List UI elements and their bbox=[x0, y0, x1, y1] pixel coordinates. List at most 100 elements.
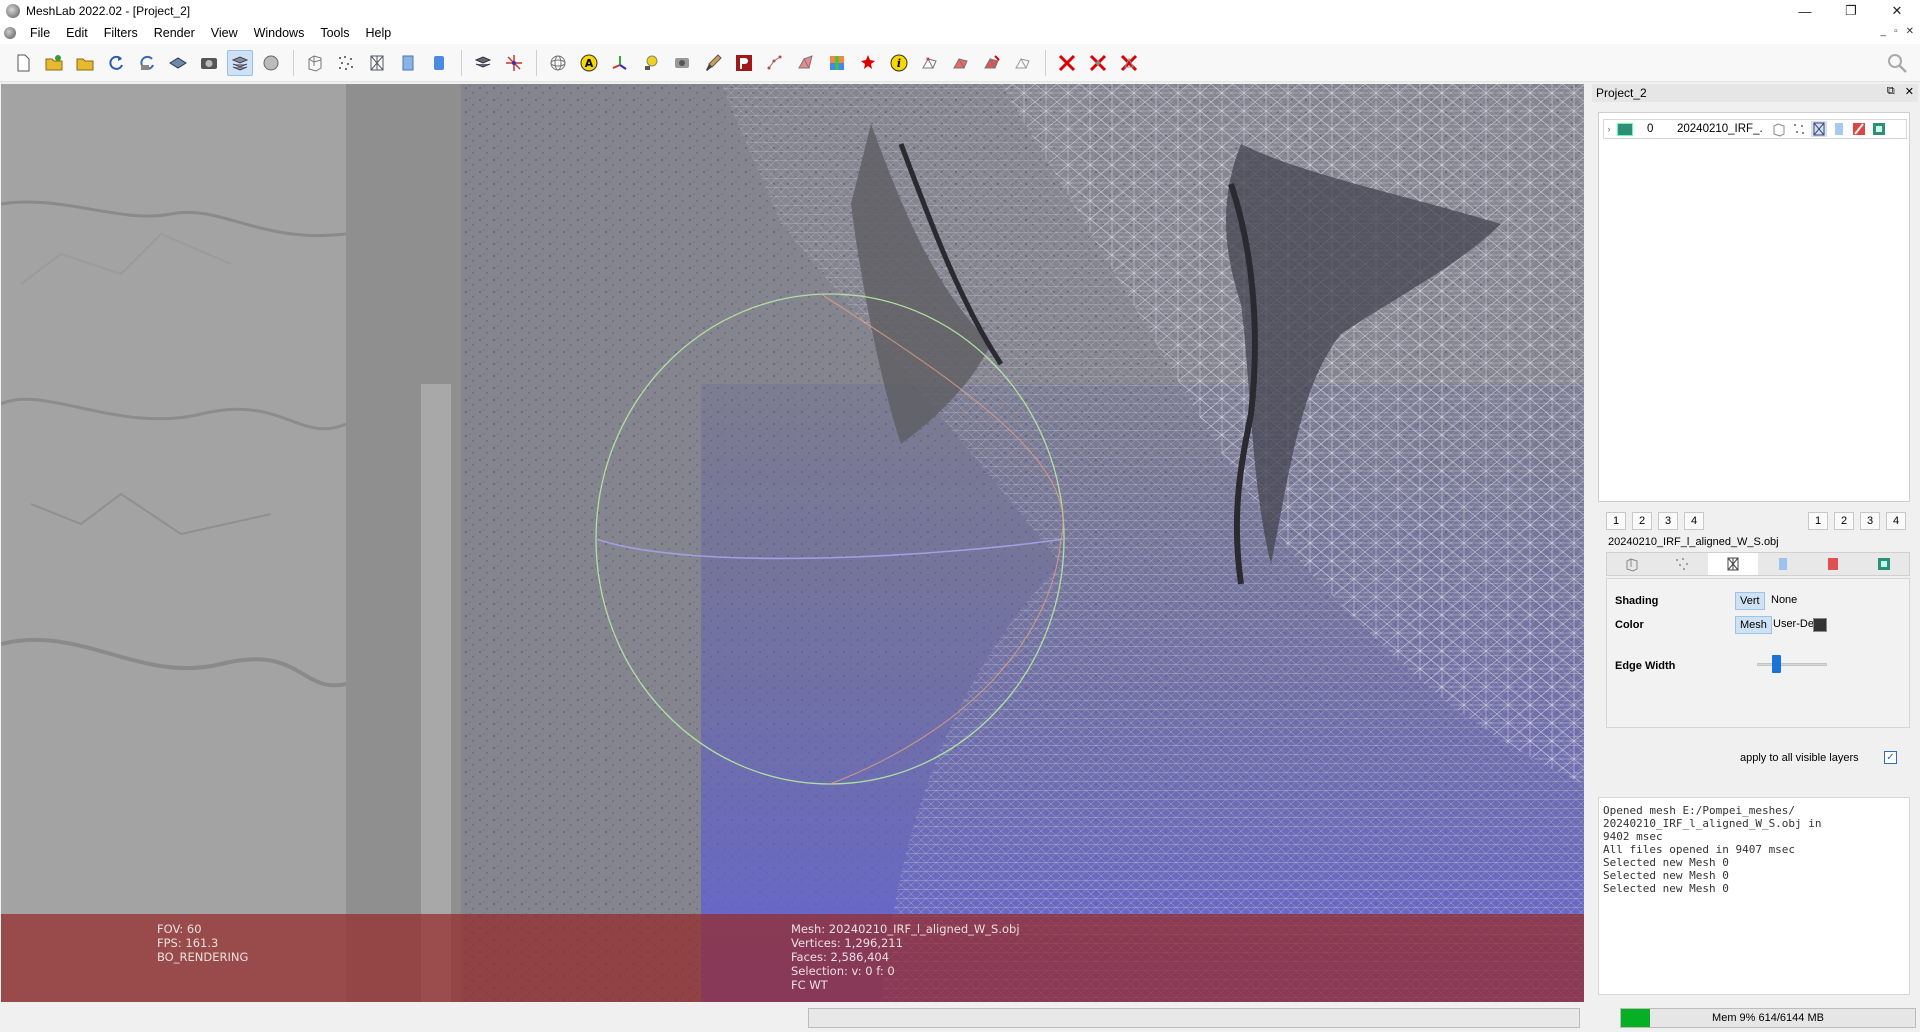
document-minimize-button[interactable]: _ bbox=[1881, 26, 1887, 37]
delete-edit-1-icon[interactable] bbox=[1054, 50, 1080, 76]
apply-all-checkbox[interactable]: ✓ bbox=[1884, 751, 1897, 764]
panel-float-button[interactable]: ⧉ bbox=[1887, 85, 1895, 98]
menu-view[interactable]: View bbox=[203, 26, 246, 40]
document-menu-icon[interactable] bbox=[4, 27, 16, 39]
tab-texture[interactable] bbox=[1859, 553, 1909, 575]
log-line: 20240210_IRF_l_aligned_W_S.obj in bbox=[1603, 817, 1822, 830]
tab-fill[interactable] bbox=[1758, 553, 1808, 575]
layer-flat-icon[interactable] bbox=[1831, 121, 1847, 137]
document-restore-button[interactable]: ▫ bbox=[1894, 26, 1898, 37]
close-button[interactable]: ✕ bbox=[1874, 0, 1920, 22]
tab-points[interactable] bbox=[1657, 553, 1707, 575]
delete-vertices-icon[interactable] bbox=[979, 50, 1005, 76]
shading-vert-option[interactable]: Vert bbox=[1735, 592, 1765, 610]
info-icon[interactable]: i bbox=[886, 50, 912, 76]
edge-width-slider[interactable] bbox=[1757, 663, 1827, 666]
layers-icon[interactable] bbox=[227, 49, 253, 76]
panel-title: Project_2 bbox=[1596, 86, 1647, 100]
select-faces-icon[interactable] bbox=[793, 50, 819, 76]
minimize-button[interactable]: — bbox=[1782, 0, 1828, 22]
document-controls: _ ▫ ✕ bbox=[1881, 26, 1915, 37]
tab-3[interactable]: 3 bbox=[1860, 512, 1880, 530]
tab-1[interactable]: 1 bbox=[1808, 512, 1828, 530]
paint-icon[interactable] bbox=[700, 50, 726, 76]
points-icon[interactable] bbox=[333, 50, 359, 76]
open-project-icon[interactable] bbox=[41, 50, 67, 76]
delete-edit-3-icon[interactable] bbox=[1116, 50, 1142, 76]
import-mesh-icon[interactable] bbox=[72, 50, 98, 76]
menu-windows[interactable]: Windows bbox=[246, 26, 313, 40]
tab-3[interactable]: 3 bbox=[1658, 512, 1678, 530]
tab-bbox[interactable] bbox=[1607, 553, 1657, 575]
render-stats: FOV: 60 FPS: 161.3 BO_RENDERING bbox=[157, 922, 248, 964]
menu-edit[interactable]: Edit bbox=[58, 26, 96, 40]
panel-close-button[interactable]: ✕ bbox=[1905, 85, 1914, 98]
mesh-stats: Mesh: 20240210_IRF_l_aligned_W_S.obj Ver… bbox=[791, 922, 1020, 992]
texture-icon bbox=[1876, 556, 1892, 572]
light-icon[interactable] bbox=[638, 50, 664, 76]
annotation-icon[interactable]: A bbox=[576, 50, 602, 76]
tab-2[interactable]: 2 bbox=[1834, 512, 1854, 530]
3d-viewport[interactable]: FOV: 60 FPS: 161.3 BO_RENDERING Mesh: 20… bbox=[1, 84, 1584, 1002]
color-icon bbox=[1825, 556, 1841, 572]
maximize-button[interactable]: ❐ bbox=[1828, 0, 1874, 22]
tab-4[interactable]: 4 bbox=[1886, 512, 1906, 530]
tab-4[interactable]: 4 bbox=[1684, 512, 1704, 530]
align-axes-icon[interactable] bbox=[501, 50, 527, 76]
menu-tools[interactable]: Tools bbox=[312, 26, 357, 40]
tab-color[interactable] bbox=[1808, 553, 1858, 575]
select-conn-icon[interactable] bbox=[917, 50, 943, 76]
trackball-icon[interactable] bbox=[545, 50, 571, 76]
layer-dialog-icon[interactable] bbox=[470, 50, 496, 76]
tab-wireframe[interactable] bbox=[1707, 553, 1758, 575]
camera-icon[interactable] bbox=[669, 50, 695, 76]
measure-icon[interactable] bbox=[731, 50, 757, 76]
layer-texture-icon[interactable] bbox=[1871, 121, 1887, 137]
log-line: Selected new Mesh 0 bbox=[1603, 869, 1729, 882]
color-mesh-option[interactable]: Mesh bbox=[1735, 616, 1772, 634]
flat-icon[interactable] bbox=[395, 50, 421, 76]
document-close-button[interactable]: ✕ bbox=[1906, 26, 1914, 37]
visibility-icon[interactable] bbox=[1617, 122, 1633, 136]
new-project-icon[interactable] bbox=[10, 50, 36, 76]
select-vertices-icon[interactable] bbox=[762, 50, 788, 76]
reload-all-icon[interactable] bbox=[134, 50, 160, 76]
window-title: MeshLab 2022.02 - [Project_2] bbox=[26, 4, 191, 18]
tab-2[interactable]: 2 bbox=[1632, 512, 1652, 530]
move-icon[interactable] bbox=[1010, 50, 1036, 76]
status-bar: Mem 9% 614/6144 MB bbox=[0, 1003, 1920, 1032]
expand-icon[interactable]: › bbox=[1604, 124, 1614, 134]
layer-points-icon[interactable] bbox=[1791, 121, 1807, 137]
color-label: Color bbox=[1615, 619, 1644, 631]
fps-readout: FPS: 161.3 bbox=[157, 936, 219, 950]
reload-icon[interactable] bbox=[103, 50, 129, 76]
menu-help[interactable]: Help bbox=[358, 26, 400, 40]
tab-1[interactable]: 1 bbox=[1606, 512, 1626, 530]
export-mesh-icon[interactable] bbox=[165, 50, 191, 76]
delete-edit-2-icon[interactable] bbox=[1085, 50, 1111, 76]
search-icon[interactable] bbox=[1886, 52, 1908, 74]
layer-row[interactable]: › 0 20240210_IRF_... bbox=[1603, 119, 1907, 139]
axis-icon[interactable] bbox=[607, 50, 633, 76]
smooth-icon[interactable] bbox=[426, 50, 452, 76]
color-icon[interactable] bbox=[824, 50, 850, 76]
color-swatch[interactable] bbox=[1813, 618, 1827, 632]
georef-icon[interactable] bbox=[855, 50, 881, 76]
edge-width-handle[interactable] bbox=[1771, 655, 1781, 673]
layer-bbox-icon[interactable] bbox=[1771, 121, 1787, 137]
snapshot-icon[interactable] bbox=[196, 50, 222, 76]
shading-none-option[interactable]: None bbox=[1767, 592, 1801, 608]
wireframe-icon[interactable] bbox=[364, 50, 390, 76]
raster-icon[interactable] bbox=[258, 50, 284, 76]
bbox-icon[interactable] bbox=[302, 50, 328, 76]
menu-render[interactable]: Render bbox=[146, 26, 203, 40]
mesh-render bbox=[1, 84, 1584, 1002]
menu-filters[interactable]: Filters bbox=[96, 26, 146, 40]
delete-faces-icon[interactable] bbox=[948, 50, 974, 76]
menu-file[interactable]: File bbox=[22, 26, 58, 40]
svg-text:i: i bbox=[897, 57, 901, 70]
panel-header: Project_2 ⧉ ✕ bbox=[1592, 84, 1918, 102]
check-mark-icon: ✓ bbox=[1886, 752, 1895, 763]
layer-wireframe-icon[interactable] bbox=[1811, 121, 1827, 137]
layer-color-icon[interactable] bbox=[1851, 121, 1867, 137]
